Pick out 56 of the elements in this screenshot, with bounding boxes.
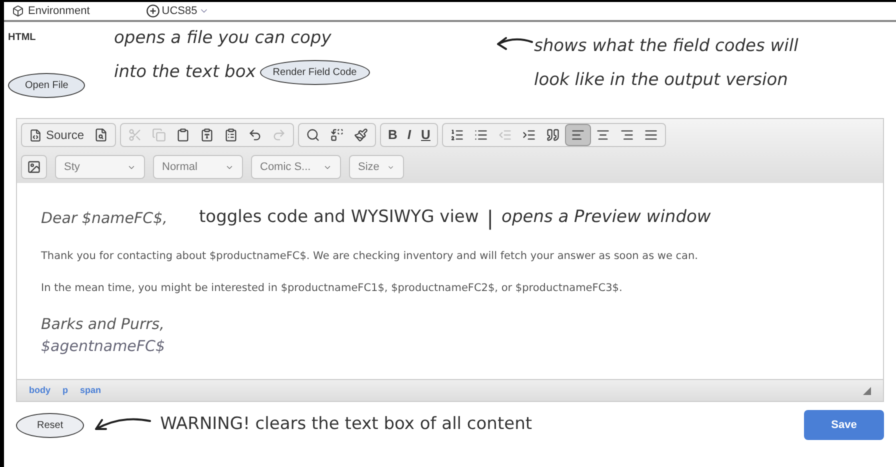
- annotation-text: WARNING! clears the text box of all content: [160, 413, 532, 436]
- search-icon: [306, 128, 320, 142]
- image-icon: [27, 160, 41, 174]
- preview-icon: [94, 128, 108, 142]
- annotation-text: opens a Preview window: [502, 206, 711, 230]
- format-dropdown[interactable]: Normal: [153, 155, 243, 179]
- resize-grip-icon: [863, 386, 871, 394]
- render-field-code-button[interactable]: Render Field Code: [260, 60, 370, 85]
- divider-mark: |: [486, 205, 494, 232]
- numbered-list-icon: [450, 128, 464, 142]
- format-button[interactable]: U: [416, 124, 436, 146]
- account-dropdown[interactable]: UCS85: [146, 2, 210, 20]
- format-button[interactable]: I: [402, 124, 416, 146]
- replace-icon: [330, 128, 344, 142]
- annotation-text: look like in the output version: [534, 68, 789, 92]
- brush-icon: [354, 128, 368, 142]
- clipboard-icon: [176, 128, 190, 142]
- undo-icon: [248, 128, 262, 142]
- align-center-icon: [596, 128, 610, 142]
- format-button[interactable]: B: [383, 124, 402, 146]
- arrow: [494, 34, 534, 50]
- body-paragraph: Thank you for contacting about $productnameFC$. We are checking inventory and will fetch your answer as soon as we can.: [41, 249, 699, 264]
- closing-text: Barks and Purrs,: [41, 314, 166, 334]
- align-justify-icon: [644, 128, 658, 142]
- cube-icon: [12, 5, 24, 17]
- align-left-button[interactable]: [565, 124, 592, 146]
- format-dropdown[interactable]: Comic S...: [251, 155, 341, 179]
- code-file-icon: [29, 128, 42, 142]
- quote-icon: [546, 128, 560, 142]
- section-label: HTML: [8, 31, 37, 45]
- format-dropdown[interactable]: Size: [349, 155, 404, 179]
- format-dropdown[interactable]: Sty: [55, 155, 145, 179]
- signature-text: $agentnameFC$: [41, 336, 166, 357]
- bullet-list-icon: [474, 128, 488, 142]
- body-paragraph: In the mean time, you might be interested in $productnameFC1$, $productnameFC2$, or $productnameFC3$.: [41, 280, 624, 296]
- outdent-icon: [498, 128, 512, 142]
- plus-circle-icon: [146, 4, 160, 18]
- environment-label[interactable]: Environment: [28, 2, 90, 20]
- annotation-text: shows what the field codes will: [534, 35, 798, 58]
- source-button[interactable]: Source: [24, 124, 90, 146]
- indent-icon: [522, 128, 536, 142]
- align-right-icon: [620, 128, 634, 142]
- redo-icon: [272, 128, 286, 142]
- reset-button[interactable]: Reset: [16, 412, 84, 438]
- annotation-text: toggles code and WYSIWYG view: [199, 206, 479, 230]
- scissors-icon: [128, 128, 142, 142]
- align-left-icon: [571, 128, 586, 142]
- annotation-text: into the text box: [114, 60, 256, 84]
- open-file-button[interactable]: Open File: [8, 73, 86, 98]
- clipboard-text-icon: [200, 128, 214, 142]
- copy-icon: [152, 128, 166, 142]
- save-button[interactable]: Save: [804, 410, 884, 440]
- greeting-text: Dear $nameFC$,: [41, 208, 168, 229]
- image-button[interactable]: [21, 155, 47, 179]
- clipboard-list-icon: [224, 128, 238, 142]
- annotation-text: opens a file you can copy: [114, 27, 332, 50]
